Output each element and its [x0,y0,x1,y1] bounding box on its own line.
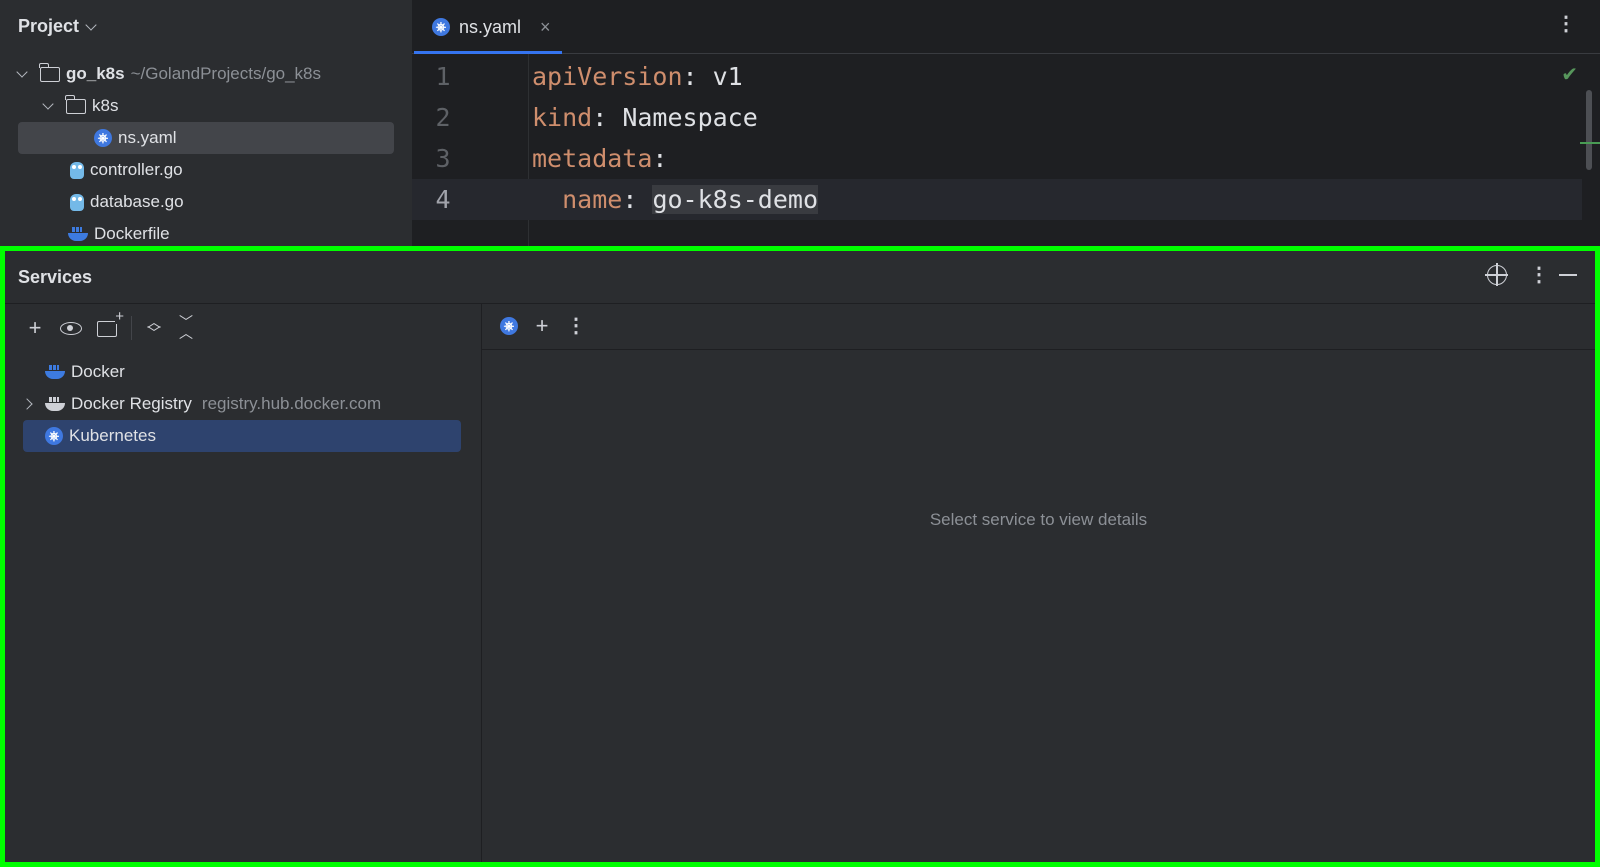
scroll-marker [1580,142,1600,144]
project-panel: Project go_k8s ~/GolandProjects/go_k8s k… [0,0,412,246]
tab-ns-yaml[interactable]: ⎈ ns.yaml × [414,0,562,54]
go-file-icon [70,193,84,211]
tree-item-label: k8s [92,96,119,115]
service-details-pane: ⎈ + ⋮ Select service to view details [482,304,1595,862]
yaml-key: apiVersion [532,62,683,91]
minimize-icon[interactable] [1559,274,1577,276]
tree-item-label: Dockerfile [94,224,170,243]
kubernetes-icon: ⎈ [432,18,450,36]
tree-item-ns-yaml[interactable]: ⎈ ns.yaml [18,122,394,154]
services-toolbar: + ︿﹀ ﹀︿ [23,310,196,340]
line-number: 4 [435,185,451,214]
yaml-key: metadata [532,144,653,173]
tree-item-dockerfile[interactable]: Dockerfile [68,218,170,246]
go-file-icon [70,161,84,179]
no-problems-check-icon[interactable]: ✔ [1561,62,1578,87]
yaml-key: kind [532,103,593,132]
tree-root-go-k8s[interactable]: go_k8s ~/GolandProjects/go_k8s [16,58,322,90]
root-folder-name: go_k8s [66,64,125,83]
tree-item-controller-go[interactable]: controller.go [70,154,183,186]
kubernetes-icon[interactable]: ⎈ [500,317,518,335]
service-label: Kubernetes [69,426,156,445]
code-line-1[interactable]: 1 apiVersion: v1 [412,56,1582,97]
editor-area: ⎈ ns.yaml × ⋮ 1 apiVersion: v1 2 kind: N… [412,0,1600,246]
folder-icon [65,94,86,114]
project-title: Project [18,16,80,36]
code-line-2[interactable]: 2 kind: Namespace [412,97,1582,138]
toolbar-separator [131,316,132,340]
root-folder-path: ~/GolandProjects/go_k8s [130,64,322,83]
yaml-value: go-k8s-demo [652,185,819,214]
line-number: 2 [435,103,451,132]
more-options-icon[interactable]: ⋮ [566,316,586,336]
docker-icon [45,365,65,379]
tree-item-k8s[interactable]: k8s [42,90,119,122]
yaml-value: Namespace [622,103,758,132]
more-options-icon[interactable]: ⋮ [1529,265,1549,285]
service-item-docker-registry[interactable]: Docker Registry registry.hub.docker.com [21,388,382,420]
line-number: 1 [435,62,451,91]
tree-item-label: database.go [90,192,184,211]
code-text: apiVersion: v1 [532,62,743,91]
kubernetes-icon: ⎈ [94,129,112,147]
new-group-icon[interactable] [97,310,125,337]
yaml-separator: : [652,144,668,173]
yaml-separator: : [592,103,623,132]
more-options-icon[interactable]: ⋮ [1556,14,1576,34]
chevron-down-icon [85,18,97,31]
editor-tab-bar: ⎈ ns.yaml × ⋮ [412,0,1600,54]
yaml-indent [532,185,562,214]
code-text: kind: Namespace [532,103,758,132]
details-toolbar: ⎈ + ⋮ [482,304,1595,350]
service-label: Docker [71,362,125,381]
docker-registry-icon [45,397,65,411]
service-detail: registry.hub.docker.com [201,394,382,413]
yaml-separator: : [682,62,713,91]
tree-item-label: ns.yaml [118,128,177,147]
services-header-actions: ⋮ [1485,263,1577,286]
services-tree-pane: + ︿﹀ ﹀︿ Docker Docker Registry registry.… [5,304,481,862]
yaml-value: v1 [712,62,743,91]
add-icon[interactable]: + [530,314,554,338]
select-opened-crosshair-icon[interactable] [1485,263,1508,286]
service-item-kubernetes[interactable]: ⎈ Kubernetes [23,420,461,452]
eye-icon[interactable] [60,321,82,335]
service-label: Docker Registry [71,394,192,413]
yaml-separator: : [622,185,653,214]
folder-icon [39,62,60,82]
code-line-3[interactable]: 3 metadata: [412,138,1582,179]
chevron-down-icon[interactable] [16,66,28,78]
line-number: 3 [435,144,451,173]
expand-all-icon[interactable]: ︿ ﹀ [144,315,164,340]
code-text: name: go-k8s-demo [532,185,819,214]
project-view-selector[interactable]: Project [18,16,97,37]
collapse-all-icon[interactable]: ﹀ ︿ [176,315,196,340]
services-title: Services [18,267,93,287]
code-line-4[interactable]: 4 name: go-k8s-demo [412,179,1582,220]
kubernetes-icon: ⎈ [45,427,63,445]
chevron-down-icon[interactable] [42,98,54,110]
editor-scrollbar[interactable] [1586,90,1592,170]
services-panel: Services ⋮ + ︿﹀ ﹀︿ Docker Docker Registr… [0,246,1600,867]
yaml-key: name [562,185,623,214]
service-item-docker[interactable]: Docker [23,356,125,388]
tab-label: ns.yaml [459,16,522,37]
close-icon[interactable]: × [540,17,551,38]
add-service-icon[interactable]: + [23,316,47,340]
docker-icon [68,227,88,241]
tree-item-database-go[interactable]: database.go [70,186,184,218]
code-text: metadata: [532,144,667,173]
empty-state-message: Select service to view details [929,510,1148,529]
chevron-right-icon[interactable] [21,398,33,410]
tree-item-label: controller.go [90,160,183,179]
